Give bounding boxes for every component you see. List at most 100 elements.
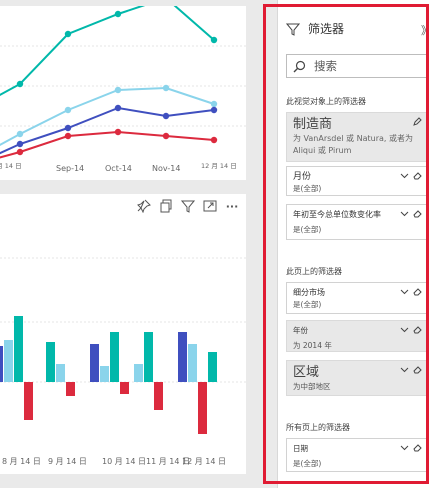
x-axis-tick-label: 12 月 14 日 [182,457,226,466]
line-point[interactable] [64,30,72,38]
chevron-down-icon[interactable] [400,443,409,452]
collapse-pane-icon[interactable]: 》 [421,22,432,38]
chevron-down-icon[interactable] [400,171,409,180]
filter-pane: 筛选器 》 搜索 此视觉对象上的筛选器 制造商 为 VanArsdel 或 Na… [277,0,434,488]
x-tick-oct: Oct-14 [105,164,132,173]
x-tick-nov: Nov-14 [152,164,180,173]
filter-name: 制造商 [293,117,333,132]
line-series-0 [0,0,215,97]
line-point[interactable] [210,36,218,44]
line-point[interactable] [64,124,72,132]
eraser-icon[interactable] [413,443,422,452]
filter-value: 为中部地区 [293,382,331,391]
column-bar[interactable] [56,364,65,382]
line-point[interactable] [114,128,122,136]
eraser-icon[interactable] [413,287,422,296]
line-point[interactable] [64,132,72,140]
edit-icon[interactable] [413,117,422,126]
chevron-down-icon[interactable] [400,365,409,374]
filter-card-actions [400,209,422,218]
chevron-down-icon[interactable] [400,325,409,334]
filter-value: 为 2014 年 [293,341,332,350]
column-chart: 8 月 14 日9 月 14 日 10 月 14 日 11 月 14 日12 月 1… [0,257,246,466]
filter-card-actions [400,287,422,296]
filter-card-year[interactable]: 年份 为 2014 年 [286,320,427,352]
column-bar[interactable] [188,344,197,382]
search-input[interactable]: 搜索 [314,58,337,74]
column-bar[interactable] [110,332,119,382]
column-bar[interactable] [100,366,109,382]
column-bar[interactable] [90,344,99,382]
line-point[interactable] [16,80,24,88]
filter-pane-title: 筛选器 [308,22,345,36]
focus-mode-icon[interactable] [202,198,218,214]
chevron-down-icon[interactable] [400,287,409,296]
filter-value: 是(全部) [293,225,322,234]
x-axis-tick-label: 8 月 14 日 [2,457,41,466]
filter-card-manufacturer[interactable]: 制造商 为 VanArsdel 或 Natura, 或者为 Aliqui 或 P… [286,112,427,162]
column-bar[interactable] [4,340,13,382]
line-chart: 8 月 14 日 Sep-14 Oct-14 Nov-14 12 月 14 日 [0,0,246,173]
line-series-3 [0,130,215,159]
column-bar[interactable] [154,382,163,410]
line-point[interactable] [16,140,24,148]
filter-pane-header: 筛选器 [286,20,344,37]
column-bar[interactable] [120,382,129,394]
filter-value: 是(全部) [293,459,322,468]
report-canvas: 8 月 14 日 Sep-14 Oct-14 Nov-14 12 月 14 日 … [0,0,262,488]
line-point[interactable] [162,132,170,140]
filter-card-actions [400,171,422,180]
column-bar[interactable] [178,332,187,382]
filter-card-actions [400,365,422,374]
filter-funnel-icon [286,23,300,36]
eraser-icon[interactable] [413,325,422,334]
line-point[interactable] [210,100,218,108]
filter-card-actions [400,443,422,452]
section-page-filters-label: 此页上的筛选器 [286,267,342,276]
line-chart-visual[interactable]: 8 月 14 日 Sep-14 Oct-14 Nov-14 12 月 14 日 [0,0,246,180]
column-chart-visual[interactable]: ··· 8 月 14 日9 月 14 日 10 月 14 日 11 月 14 日 12… [0,194,246,474]
chevron-down-icon[interactable] [400,209,409,218]
eraser-icon[interactable] [413,365,422,374]
column-bar[interactable] [134,364,143,382]
line-point[interactable] [114,104,122,112]
filter-value: 是(全部) [293,300,322,309]
line-point[interactable] [114,10,122,18]
line-point[interactable] [16,130,24,138]
x-axis-tick-label: 10 月 14 日 [102,457,146,466]
more-options-icon[interactable]: ··· [224,198,240,214]
eraser-icon[interactable] [413,171,422,180]
copy-icon[interactable] [158,198,174,214]
line-point[interactable] [114,86,122,94]
filter-card-region[interactable]: 区域 为中部地区 [286,360,427,396]
filter-card-date[interactable]: 日期 是(全部) [286,438,427,472]
filter-card-month[interactable]: 月份 是(全部) [286,166,427,196]
x-tick-partial-left: 8 月 14 日 [0,162,22,170]
filter-card-segment[interactable]: 细分市场 是(全部) [286,282,427,314]
line-point[interactable] [64,106,72,114]
column-bar[interactable] [24,382,33,420]
filter-card-actions [413,117,422,126]
filter-card-ytd-unit-change[interactable]: 年初至今总单位数变化率 是(全部) [286,204,427,240]
section-visual-filters-label: 此视觉对象上的筛选器 [286,97,366,106]
line-point[interactable] [162,112,170,120]
x-tick-partial-right: 12 月 14 日 [201,162,237,170]
filter-search-box[interactable]: 搜索 [286,54,427,78]
filter-value: 是(全部) [293,184,322,193]
line-point[interactable] [210,136,218,144]
column-bar[interactable] [66,382,75,396]
visual-header-toolbar: ··· [136,198,240,214]
column-bar[interactable] [14,316,23,382]
column-bar[interactable] [144,332,153,382]
column-bar[interactable] [198,382,207,434]
line-point[interactable] [210,106,218,114]
line-point[interactable] [16,148,24,156]
eraser-icon[interactable] [413,209,422,218]
column-bar[interactable] [208,352,217,382]
column-bar[interactable] [0,346,3,382]
filter-icon[interactable] [180,198,196,214]
line-point[interactable] [162,84,170,92]
x-axis-tick-label: 9 月 14 日 [48,457,87,466]
column-bar[interactable] [46,342,55,382]
pin-icon[interactable] [136,198,152,214]
